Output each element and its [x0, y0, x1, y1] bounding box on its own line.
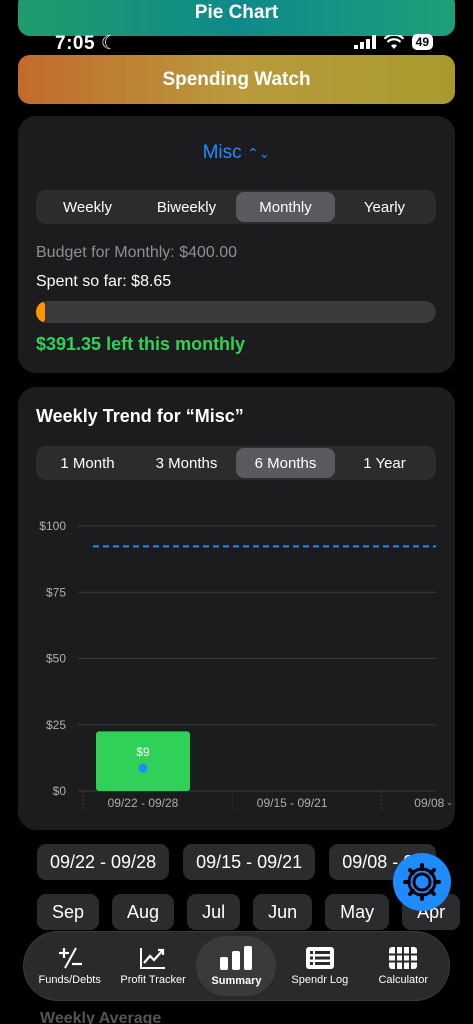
period-weekly[interactable]: Weekly: [38, 192, 137, 222]
list-icon: [305, 947, 334, 969]
trend-chart-icon: [140, 948, 166, 969]
status-bar: 7:05 ☾ 49: [0, 30, 473, 58]
week-chip-row: 09/22 - 09/28 09/15 - 09/21 09/08 - 09: [37, 844, 437, 880]
month-chip-aug[interactable]: Aug: [112, 894, 175, 930]
data-label: $9: [136, 745, 150, 759]
budget-card: Misc ⌃⌄ Weekly Biweekly Monthly Yearly B…: [18, 116, 455, 373]
battery-icon: 49: [411, 34, 433, 50]
period-monthly[interactable]: Monthly: [236, 192, 335, 222]
month-chip-jun[interactable]: Jun: [253, 894, 313, 930]
month-chip-may[interactable]: May: [325, 894, 390, 930]
wifi-icon: [383, 34, 404, 49]
data-bar: [96, 731, 190, 791]
tab-summary[interactable]: Summary: [196, 936, 277, 996]
tab-label: Profit Tracker: [120, 974, 186, 986]
tab-bar: Funds/Debts Profit Tracker Summary Spend…: [24, 932, 449, 1000]
budget-amount: Budget for Monthly: $400.00: [36, 244, 238, 261]
calculator-icon: [389, 947, 418, 969]
tab-funds-debts[interactable]: Funds/Debts: [30, 936, 110, 996]
bar-chart-icon: [220, 946, 253, 970]
month-chip-sep[interactable]: Sep: [37, 894, 100, 930]
chevron-updown-icon: ⌃⌄: [246, 145, 271, 161]
period-yearly[interactable]: Yearly: [335, 192, 434, 222]
y-tick-label: $50: [46, 652, 66, 666]
range-3-months[interactable]: 3 Months: [137, 448, 236, 478]
weekly-trend-chart: $0 $25 $50 $75 $100 $9 09/22 - 09/28 09/15 - 09…: [39, 519, 455, 811]
tab-label: Calculator: [378, 974, 429, 986]
weekly-average-label: Weekly Average: [40, 1010, 162, 1024]
y-tick-label: $75: [46, 585, 66, 599]
remaining-amount: $391.35 left this monthly: [36, 334, 246, 354]
settings-fab[interactable]: [393, 853, 451, 911]
trend-title: Weekly Trend for “Misc”: [36, 406, 244, 426]
budget-progress-fill: [36, 301, 45, 323]
range-1-month[interactable]: 1 Month: [38, 448, 137, 478]
range-1-year[interactable]: 1 Year: [335, 448, 434, 478]
tab-label: Spendr Log: [291, 974, 349, 986]
trend-card: Weekly Trend for “Misc” 1 Month 3 Months…: [18, 387, 455, 830]
signal-icon: [353, 35, 376, 49]
tab-label: Summary: [211, 975, 262, 987]
spent-amount: Spent so far: $8.65: [36, 273, 172, 290]
spending-watch-title: Spending Watch: [162, 68, 311, 90]
period-biweekly[interactable]: Biweekly: [137, 192, 236, 222]
y-tick-label: $0: [53, 784, 67, 798]
month-chip-row: Sep Aug Jul Jun May Apr: [37, 894, 461, 930]
month-chip-jul[interactable]: Jul: [187, 894, 241, 930]
range-selector: 1 Month 3 Months 6 Months 1 Year: [36, 446, 436, 480]
category-picker[interactable]: Misc ⌃⌄: [18, 142, 455, 164]
plus-minus-icon: [58, 947, 82, 969]
x-tick-label: 09/15 - 09/21: [257, 796, 328, 810]
budget-progress-bar: [36, 301, 436, 323]
status-time: 7:05 ☾: [55, 33, 119, 54]
moon-icon: ☾: [100, 33, 119, 54]
spending-watch-header: Spending Watch: [18, 55, 455, 104]
range-6-months[interactable]: 6 Months: [236, 448, 335, 478]
tab-label: Funds/Debts: [38, 974, 101, 986]
tab-calculator[interactable]: Calculator: [363, 936, 443, 996]
data-point: [138, 763, 148, 773]
x-tick-label: 09/08 - 09: [414, 796, 455, 810]
pie-chart-title: Pie Chart: [194, 2, 279, 23]
status-icons: 49: [353, 34, 433, 50]
tab-profit-tracker[interactable]: Profit Tracker: [113, 936, 193, 996]
week-chip[interactable]: 09/15 - 09/21: [183, 844, 316, 880]
period-selector: Weekly Biweekly Monthly Yearly: [36, 190, 436, 224]
category-label: Misc: [202, 142, 242, 163]
gear-icon: [403, 863, 441, 901]
y-tick-label: $25: [46, 718, 66, 732]
tab-spendr-log[interactable]: Spendr Log: [280, 936, 360, 996]
x-tick-label: 09/22 - 09/28: [108, 796, 179, 810]
y-tick-label: $100: [39, 519, 66, 533]
week-chip[interactable]: 09/22 - 09/28: [37, 844, 170, 880]
